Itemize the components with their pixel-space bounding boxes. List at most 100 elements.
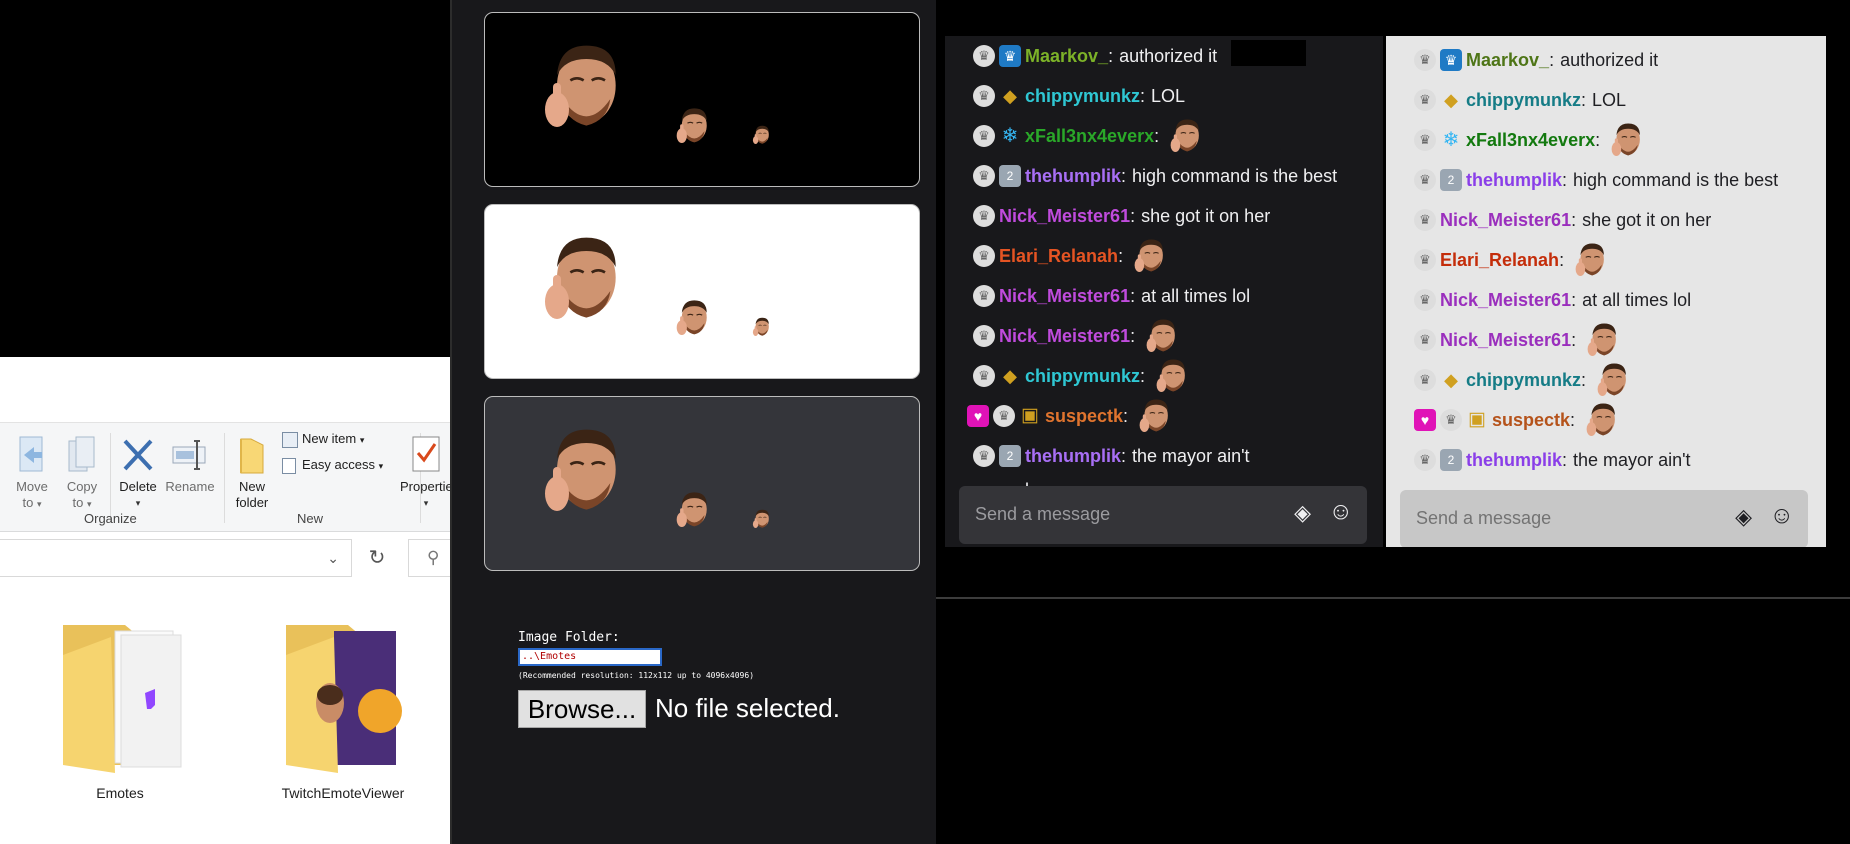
chat-username[interactable]: Nick_Meister61 [999,206,1130,227]
chat-username[interactable]: Maarkov_ [1466,50,1549,71]
copy-to-button[interactable]: Copy to ▾ [62,435,102,512]
subscriber-badge-icon[interactable]: ♛ [973,325,995,347]
chat-username[interactable]: Nick_Meister61 [1440,210,1571,231]
chat-emote-icon[interactable] [1133,237,1167,275]
moderator-badge-icon[interactable]: ♛ [973,165,995,187]
chat-emote-icon[interactable] [1610,121,1644,159]
chat-username[interactable]: Elari_Relanah [999,246,1118,267]
gift-badge-icon[interactable]: ▣ [1466,409,1488,431]
chat-username[interactable]: Nick_Meister61 [1440,290,1571,311]
chat-emote-icon[interactable] [1145,317,1179,355]
subscriber-badge-icon[interactable]: ♛ [973,365,995,387]
subscriber-badge-icon[interactable]: ♛ [1414,329,1436,351]
subscriber-badge-icon[interactable]: ♛ [1414,49,1436,71]
heart-badge-icon[interactable]: ♥ [1414,409,1436,431]
heart-badge-icon[interactable]: ♥ [967,405,989,427]
rename-button[interactable]: Rename [164,435,216,495]
subscriber-badge-icon[interactable]: ♛ [1414,249,1436,271]
chat-username[interactable]: Nick_Meister61 [999,326,1130,347]
moderator-badge-icon[interactable]: ♛ [973,445,995,467]
new-item-button[interactable]: New item ▾ [282,431,364,448]
image-folder-input[interactable]: ..\Emotes [518,648,662,666]
gift-tier-badge-icon[interactable]: 2 [999,165,1021,187]
chat-emote-icon[interactable] [1596,361,1630,399]
moderator-badge-icon[interactable]: ♛ [1414,129,1436,151]
snowflake-badge-icon[interactable]: ❄ [999,125,1021,147]
emote-picker-icon[interactable]: ☺ [1769,502,1794,530]
chat-username[interactable]: thehumplik [1466,170,1562,191]
subscriber-badge-icon[interactable]: ♛ [1414,89,1436,111]
delete-button[interactable]: Delete ▾ [116,435,160,511]
search-box[interactable]: ⚲ [408,539,450,577]
chat-username[interactable]: thehumplik [1025,166,1121,187]
moderator-badge-icon[interactable]: ♛ [973,125,995,147]
gift-badge-icon[interactable]: ▣ [1019,405,1041,427]
chat-input[interactable]: Send a message ◈ ☺ [959,486,1367,544]
gift-tier-badge-icon[interactable]: 2 [1440,449,1462,471]
chat-username[interactable]: thehumplik [1466,450,1562,471]
subscriber-badge-icon[interactable]: ♛ [973,45,995,67]
browse-button[interactable]: Browse... [518,690,646,728]
crown-badge-icon[interactable]: ♛ [1440,49,1462,71]
address-bar[interactable]: ⌄ [0,539,352,577]
emote-picker-icon[interactable]: ☺ [1328,498,1353,526]
subscriber-badge-icon[interactable]: ♛ [1440,409,1462,431]
tier-badge-icon[interactable]: ◆ [999,85,1021,107]
gift-tier-badge-icon[interactable]: 2 [999,445,1021,467]
moderator-badge-icon[interactable]: ♛ [1414,169,1436,191]
chat-username[interactable]: suspectk [1045,406,1123,427]
chat-username[interactable]: chippymunkz [1466,90,1581,111]
refresh-icon[interactable]: ↻ [360,541,394,575]
subscriber-badge-icon[interactable]: ♛ [993,405,1015,427]
subscriber-badge-icon[interactable]: ♛ [973,245,995,267]
subscriber-badge-icon[interactable]: ♛ [1414,369,1436,391]
subscriber-badge-icon[interactable]: ♛ [973,85,995,107]
chat-message-text: LOL [1151,85,1186,106]
folder-icon [286,625,402,773]
emote-preview-large [541,421,621,526]
chat-username[interactable]: xFall3nx4everx [1025,126,1154,147]
chat-username[interactable]: chippymunkz [1025,366,1140,387]
chat-emote-icon[interactable] [1169,117,1203,155]
chat-username[interactable]: Elari_Relanah [1440,250,1559,271]
move-to-button[interactable]: Move to ▾ [12,435,52,512]
chat-username[interactable]: chippymunkz [1466,370,1581,391]
easy-access-button[interactable]: Easy access ▾ [282,457,383,474]
chat-input[interactable]: Send a message ◈ ☺ [1400,490,1808,547]
chat-username[interactable]: Maarkov_ [1025,46,1108,67]
tier-badge-icon[interactable]: ◆ [1440,89,1462,111]
gift-tier-badge-icon[interactable]: 2 [1440,169,1462,191]
chat-emote-icon[interactable] [1138,397,1172,435]
properties-button[interactable]: Properties ▾ [400,435,450,511]
new-folder-button[interactable]: New folder [228,435,276,511]
crown-badge-icon[interactable]: ♛ [999,45,1021,67]
subscriber-badge-icon[interactable]: ♛ [1414,289,1436,311]
chat-username[interactable]: thehumplik [1025,446,1121,467]
tier-badge-icon[interactable]: ◆ [999,365,1021,387]
resolution-note: (Recommended resolution: 112x112 up to 4… [518,671,755,680]
emote-preview-medium [675,105,709,152]
chat-username[interactable]: suspectk [1492,410,1570,431]
chat-username[interactable]: Nick_Meister61 [999,286,1130,307]
bits-icon[interactable]: ◈ [1735,504,1752,530]
tier-badge-icon[interactable]: ◆ [1440,369,1462,391]
subscriber-badge-icon[interactable]: ♛ [973,205,995,227]
moderator-badge-icon[interactable]: ♛ [1414,449,1436,471]
snowflake-badge-icon[interactable]: ❄ [1440,129,1462,151]
rename-label: Rename [165,479,215,494]
subscriber-badge-icon[interactable]: ♛ [1414,209,1436,231]
chat-emote-icon[interactable] [1155,357,1189,395]
subscriber-badge-icon[interactable]: ♛ [973,285,995,307]
folder-label-emotes: Emotes [96,785,144,801]
chevron-down-icon[interactable]: ⌄ [327,550,339,567]
chat-username[interactable]: xFall3nx4everx [1466,130,1595,151]
bits-icon[interactable]: ◈ [1294,500,1311,526]
emote-preview-large [541,37,621,142]
chat-emote-icon[interactable] [1586,321,1620,359]
chat-emote-icon[interactable] [1574,241,1608,279]
folder-label-twitchemoteviewer: TwitchEmoteViewer [281,785,405,801]
chat-username[interactable]: chippymunkz [1025,86,1140,107]
chat-username[interactable]: Nick_Meister61 [1440,330,1571,351]
chat-message: ♛ Elari_Relanah: [973,236,1167,276]
chat-emote-icon[interactable] [1585,401,1619,439]
